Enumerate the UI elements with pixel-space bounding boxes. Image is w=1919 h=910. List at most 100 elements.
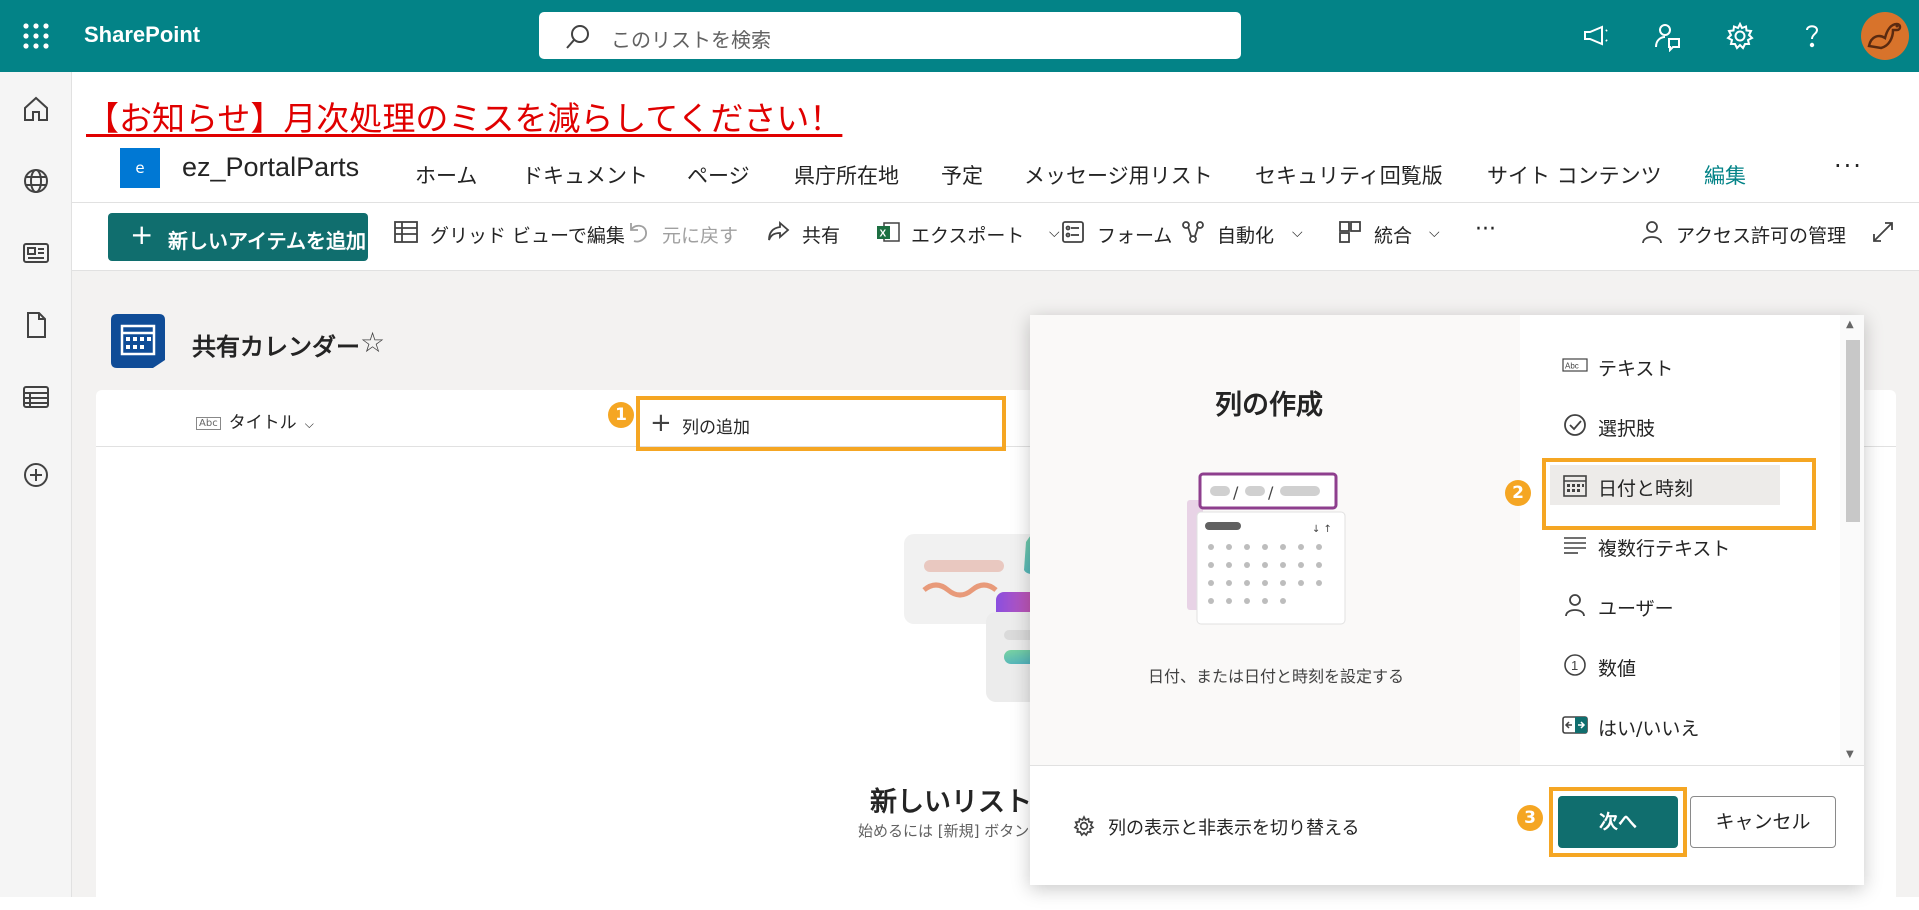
nav-prefecture[interactable]: 県庁所在地 xyxy=(794,160,899,190)
show-hide-columns-link[interactable]: 列の表示と非表示を切り替える xyxy=(1108,814,1359,840)
integrate-icon[interactable] xyxy=(1337,219,1365,247)
list-icon[interactable] xyxy=(21,382,51,412)
svg-text:↓ ↑: ↓ ↑ xyxy=(1312,524,1332,535)
manage-access-button[interactable]: アクセス許可の管理 xyxy=(1676,221,1846,248)
news-icon[interactable] xyxy=(21,238,51,268)
scroll-up-icon[interactable]: ▲ xyxy=(1846,319,1854,330)
document-icon[interactable] xyxy=(21,310,51,340)
settings-icon[interactable] xyxy=(1724,20,1756,52)
list-title[interactable]: 共有カレンダー xyxy=(192,327,360,362)
panel-heading: 列の作成 xyxy=(1215,390,1323,421)
selected-type-highlight xyxy=(1542,458,1816,530)
panel-footer: 列の表示と非表示を切り替える 次へ キャンセル xyxy=(1030,765,1864,885)
new-item-label: 新しいアイテムを追加 xyxy=(168,229,366,253)
settings-icon[interactable] xyxy=(1072,814,1096,838)
undo-button[interactable]: 元に戻す xyxy=(662,221,738,248)
site-name[interactable]: ez_PortalParts xyxy=(182,152,359,183)
expand-icon[interactable] xyxy=(1870,219,1898,247)
add-column-button[interactable]: + 列の追加 xyxy=(636,396,1006,451)
title-column-label: タイトル xyxy=(228,413,297,433)
nav-more-icon[interactable]: ··· xyxy=(1834,152,1863,180)
type-choice-label: 選択肢 xyxy=(1598,418,1656,440)
search-icon xyxy=(565,24,591,50)
nav-site-contents[interactable]: サイト コンテンツ xyxy=(1487,160,1662,190)
number-icon: 1 xyxy=(1562,652,1588,678)
plus-icon: + xyxy=(130,218,154,251)
multiline-text-icon xyxy=(1562,532,1588,558)
svg-text:/: / xyxy=(1233,483,1239,502)
notice-banner[interactable]: 【お知らせ】月次処理のミスを減らしてください！ xyxy=(86,92,842,140)
excel-icon[interactable]: X xyxy=(875,219,903,247)
type-user-label: ユーザー xyxy=(1598,598,1674,620)
automate-chevron-icon[interactable]: ⌵ xyxy=(1292,225,1303,241)
plus-icon: + xyxy=(650,408,672,438)
yes-no-icon xyxy=(1562,712,1588,738)
choice-check-icon xyxy=(1562,412,1588,438)
create-column-panel: 列の作成 / / ↓ ↑ 日付、または日付と時刻を設定する Abc テキスト 選… xyxy=(1030,315,1864,885)
nav-documents[interactable]: ドキュメント xyxy=(522,160,648,190)
type-yes-no[interactable]: はい/いいえ xyxy=(1550,705,1780,745)
site-logo[interactable]: e xyxy=(120,148,160,188)
forms-icon[interactable] xyxy=(1060,219,1088,247)
help-icon[interactable] xyxy=(1796,20,1828,52)
cancel-button[interactable]: キャンセル xyxy=(1690,796,1836,848)
step-badge-1: 1 xyxy=(608,402,634,428)
automate-button[interactable]: 自動化 xyxy=(1217,221,1274,248)
empty-list-subtitle: 始めるには [新規] ボタン xyxy=(858,822,1030,840)
favorite-star-icon[interactable]: ☆ xyxy=(360,326,385,359)
type-list-scrollbar[interactable]: ▲ ▼ xyxy=(1840,315,1864,765)
automate-icon[interactable] xyxy=(1180,219,1208,247)
type-multiline-text[interactable]: 複数行テキスト xyxy=(1550,525,1780,565)
grid-view-button[interactable]: グリッド ビューで編集 xyxy=(430,221,625,248)
scrollbar-thumb[interactable] xyxy=(1846,340,1860,522)
left-rail xyxy=(0,72,72,897)
home-icon[interactable] xyxy=(21,94,51,124)
app-name[interactable]: SharePoint xyxy=(84,22,200,48)
nav-home[interactable]: ホーム xyxy=(415,160,477,190)
share-icon[interactable] xyxy=(765,219,793,247)
nav-security-circular[interactable]: セキュリティ回覧版 xyxy=(1255,160,1443,190)
type-text[interactable]: Abc テキスト xyxy=(1550,345,1780,385)
search-placeholder[interactable]: このリストを検索 xyxy=(611,24,771,53)
add-icon[interactable] xyxy=(21,460,51,490)
grid-icon[interactable] xyxy=(393,219,421,247)
type-number-label: 数値 xyxy=(1598,658,1637,680)
forms-button[interactable]: フォーム xyxy=(1097,221,1172,248)
add-column-label: 列の追加 xyxy=(682,418,750,438)
svg-text:/: / xyxy=(1268,483,1274,502)
feedback-icon[interactable] xyxy=(1652,20,1684,52)
megaphone-icon[interactable] xyxy=(1580,20,1612,52)
integrate-chevron-icon[interactable]: ⌵ xyxy=(1429,225,1440,241)
panel-preview: 列の作成 / / ↓ ↑ 日付、または日付と時刻を設定する xyxy=(1030,315,1520,765)
text-abc-icon: Abc xyxy=(196,417,221,430)
globe-icon[interactable] xyxy=(21,166,51,196)
person-access-icon[interactable] xyxy=(1639,219,1667,247)
nav-message-list[interactable]: メッセージ用リスト xyxy=(1024,160,1213,190)
date-picker-illustration: / / ↓ ↑ xyxy=(1185,470,1355,630)
nav-schedule[interactable]: 予定 xyxy=(941,160,983,190)
share-button[interactable]: 共有 xyxy=(802,221,840,248)
title-column-header[interactable]: Abc タイトル ⌵ xyxy=(196,408,314,433)
text-abc-icon: Abc xyxy=(1562,352,1588,378)
more-commands-icon[interactable]: ··· xyxy=(1475,217,1496,242)
avatar[interactable] xyxy=(1861,12,1909,60)
type-multiline-label: 複数行テキスト xyxy=(1598,538,1731,560)
search-box[interactable]: このリストを検索 xyxy=(539,12,1241,59)
export-chevron-icon[interactable]: ⌵ xyxy=(1049,225,1060,241)
type-choice[interactable]: 選択肢 xyxy=(1550,405,1780,445)
column-type-list: Abc テキスト 選択肢 日付と時刻 複数行テキスト ユーザー 1 数値 はい/… xyxy=(1520,315,1864,765)
next-button[interactable]: 次へ xyxy=(1558,796,1678,848)
chevron-down-icon: ⌵ xyxy=(304,417,314,431)
scroll-down-icon[interactable]: ▼ xyxy=(1846,749,1854,760)
type-user[interactable]: ユーザー xyxy=(1550,585,1780,625)
column-type-description: 日付、または日付と時刻を設定する xyxy=(1148,667,1405,686)
export-button[interactable]: エクスポート xyxy=(911,221,1024,248)
nav-pages[interactable]: ページ xyxy=(687,160,750,190)
waffle-icon[interactable] xyxy=(22,22,50,50)
undo-icon[interactable] xyxy=(625,219,653,247)
type-yes-no-label: はい/いいえ xyxy=(1598,718,1700,740)
integrate-button[interactable]: 統合 xyxy=(1374,221,1412,248)
type-number[interactable]: 1 数値 xyxy=(1550,645,1780,685)
nav-edit[interactable]: 編集 xyxy=(1704,160,1746,190)
new-item-button[interactable]: + 新しいアイテムを追加 xyxy=(108,213,368,261)
